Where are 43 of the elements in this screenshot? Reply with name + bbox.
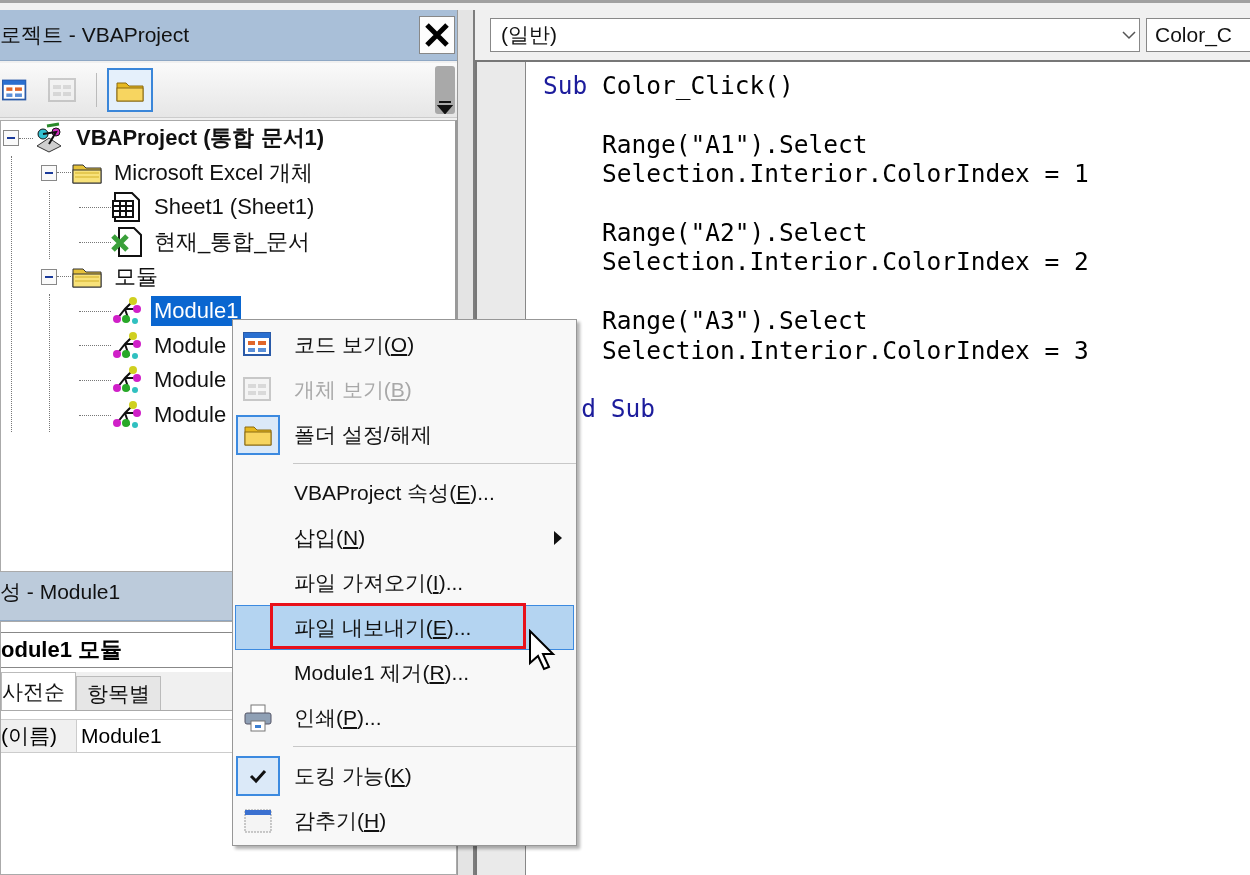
tree-item[interactable]: Module: [151, 400, 230, 431]
property-value-cell[interactable]: Module1: [77, 720, 162, 752]
code-line: Selection.Interior.ColorIndex = 3: [601, 335, 1089, 365]
submenu-arrow-icon: [553, 530, 563, 546]
procedure-dropdown[interactable]: Color_C: [1146, 18, 1250, 52]
code-line: Range("A3").Select: [601, 306, 868, 336]
close-button[interactable]: [419, 16, 455, 54]
menu-item[interactable]: 파일 내보내기(E)...: [235, 605, 574, 650]
spreadsheet-icon: [111, 191, 143, 224]
tab[interactable]: 항목별: [76, 676, 161, 710]
tree-item[interactable]: 현재_통합_문서: [151, 227, 314, 258]
tab[interactable]: 사전순: [1, 672, 76, 710]
workbook-icon: [111, 226, 143, 259]
module-icon: [111, 329, 143, 362]
panel-title: 성 - Module1: [0, 579, 121, 605]
code-line: Sub Color_Click(): [543, 71, 794, 101]
toolbar-overflow-button[interactable]: [435, 66, 455, 114]
code-line: Selection.Interior.ColorIndex = 2: [601, 247, 1089, 277]
tree-item[interactable]: Module1: [151, 296, 242, 327]
printer-icon: [243, 702, 273, 733]
tree-item[interactable]: Sheet1 (Sheet1): [151, 192, 318, 223]
close-icon: [424, 22, 450, 48]
toolbar-button[interactable]: [107, 68, 153, 112]
collapse-icon[interactable]: [41, 268, 57, 285]
code-line: Range("A2").Select: [601, 217, 868, 248]
collapse-icon[interactable]: [41, 164, 57, 181]
collapse-icon[interactable]: [3, 130, 19, 147]
code-line: d Sub: [580, 394, 656, 424]
tree-item[interactable]: Microsoft Excel 개체: [111, 157, 317, 188]
property-name-cell: (이름): [1, 720, 77, 752]
mouse-pointer-icon: [528, 629, 556, 673]
tree-item[interactable]: Module: [151, 365, 230, 396]
caret-icon: [437, 100, 453, 114]
tree-item[interactable]: Module: [151, 330, 230, 361]
code-line: Range("A1").Select: [601, 129, 868, 160]
object-dropdown[interactable]: (일반): [490, 18, 1140, 52]
caret-icon: [1122, 30, 1136, 40]
code-line: Selection.Interior.ColorIndex = 1: [601, 159, 1089, 189]
object-view-icon: [48, 76, 78, 104]
panel-title: 로젝트 - VBAProject: [0, 22, 190, 48]
code-editor[interactable]: Sub Color_Click() Range("A1").Select Selection.Interior.ColorIndex = 1 Range("A2").Select Selection.Interior.ColorIndex = 2 Range("A3").Select Selection.Interior.ColorIndex = 3 d Sub: [526, 62, 1250, 875]
tree-item[interactable]: VBAProject (통합 문서1): [73, 123, 328, 154]
tree-item[interactable]: 모듈: [111, 261, 161, 292]
